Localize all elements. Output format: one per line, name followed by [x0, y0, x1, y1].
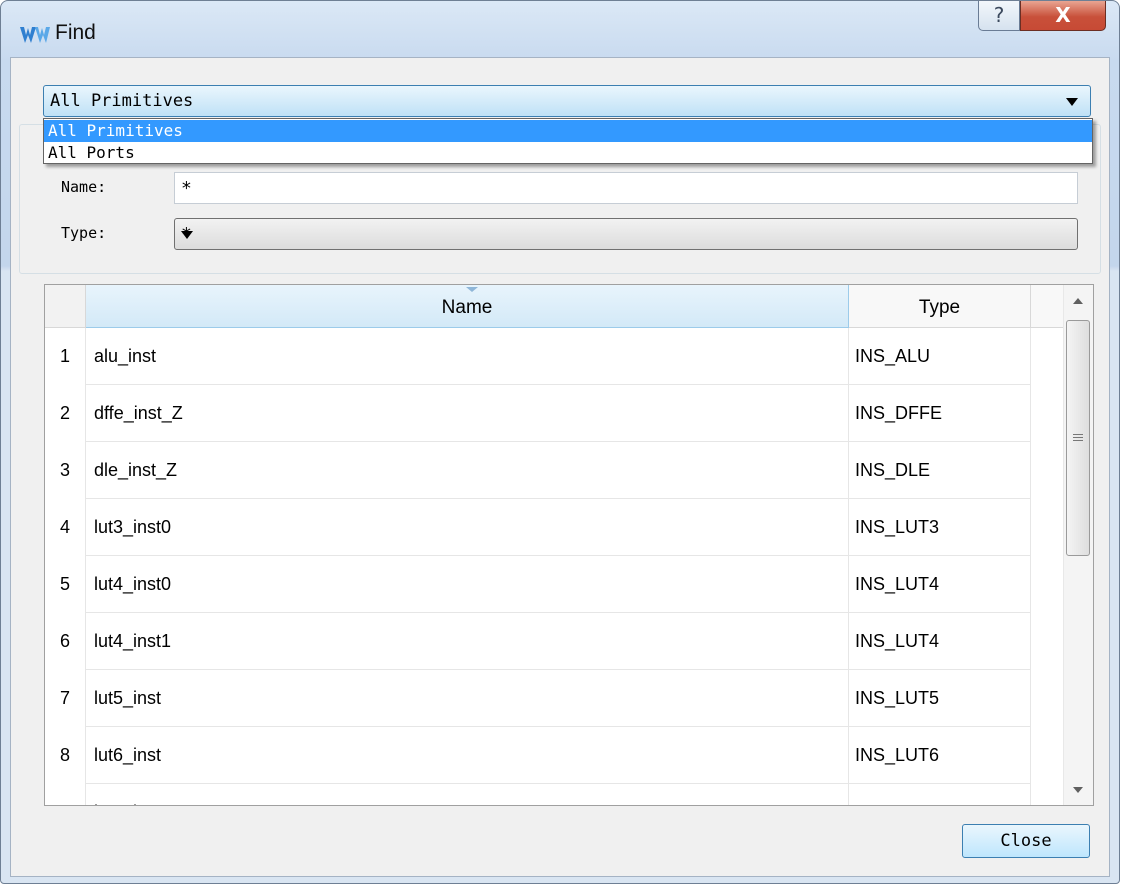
table-corner[interactable] [45, 285, 86, 328]
column-header-name-label: Name [441, 297, 493, 318]
app-logo-icon [20, 27, 50, 43]
table-row[interactable]: 8 lut6_inst INS_LUT6 [45, 727, 1031, 784]
scope-dropdown-list: All Primitives All Ports [43, 118, 1093, 164]
table-row[interactable]: 5 lut4_inst0 INS_LUT4 [45, 556, 1031, 613]
row-number: 5 [45, 556, 86, 613]
row-number: 2 [45, 385, 86, 442]
row-number: 6 [45, 613, 86, 670]
name-input[interactable]: * [174, 172, 1078, 204]
table-row[interactable]: 1 alu_inst INS_ALU [45, 328, 1031, 385]
cell-name[interactable]: dle_inst_Z [86, 442, 849, 499]
scope-option-all-primitives[interactable]: All Primitives [44, 120, 1092, 142]
find-dialog: Find ? X All Primitives All Primitives A… [0, 0, 1120, 884]
chevron-down-icon[interactable] [181, 231, 193, 239]
cell-type[interactable]: INS_LUT4 [849, 556, 1031, 613]
dialog-client-area: All Primitives All Primitives All Ports … [10, 57, 1110, 877]
table-row[interactable]: 9 lut7_inst INS_LUT7 [45, 784, 1031, 805]
column-header-type-label: Type [918, 297, 961, 318]
scope-selected-value: All Primitives [50, 91, 194, 111]
cell-name[interactable]: lut6_inst [86, 727, 849, 784]
scrollbar-thumb[interactable] [1066, 320, 1090, 556]
cell-name[interactable]: lut5_inst [86, 670, 849, 727]
row-number: 8 [45, 727, 86, 784]
cell-name[interactable]: lut7_inst [86, 784, 849, 805]
row-number: 4 [45, 499, 86, 556]
scroll-down-arrow-icon[interactable] [1073, 787, 1083, 793]
window-close-button[interactable]: X [1020, 1, 1106, 31]
results-table: Name Type 1 alu_inst INS_ALU 2 dffe_inst… [44, 284, 1094, 806]
grip-line [1073, 437, 1083, 438]
cell-name[interactable]: alu_inst [86, 328, 849, 385]
row-number: 9 [45, 784, 86, 805]
chevron-down-icon[interactable] [1066, 98, 1078, 106]
table-row[interactable]: 7 lut5_inst INS_LUT5 [45, 670, 1031, 727]
sort-indicator-icon [466, 287, 478, 292]
cell-name[interactable]: lut3_inst0 [86, 499, 849, 556]
cell-type[interactable]: INS_DLE [849, 442, 1031, 499]
column-header-type[interactable]: Type [849, 285, 1031, 328]
grip-line [1073, 434, 1083, 435]
scope-combobox[interactable]: All Primitives [43, 85, 1091, 117]
row-number: 3 [45, 442, 86, 499]
table-row[interactable]: 6 lut4_inst1 INS_LUT4 [45, 613, 1031, 670]
table-row[interactable]: 4 lut3_inst0 INS_LUT3 [45, 499, 1031, 556]
cell-type[interactable]: INS_LUT5 [849, 670, 1031, 727]
cell-type[interactable]: INS_LUT6 [849, 727, 1031, 784]
column-header-name[interactable]: Name [86, 285, 849, 328]
cell-name[interactable]: lut4_inst1 [86, 613, 849, 670]
vertical-scrollbar[interactable] [1063, 285, 1093, 805]
name-input-value: * [181, 178, 192, 199]
window-title: Find [55, 21, 96, 44]
close-button[interactable]: Close [962, 824, 1090, 858]
type-label: Type: [61, 224, 107, 242]
title-bar[interactable]: Find ? X [1, 1, 1119, 57]
cell-name[interactable]: dffe_inst_Z [86, 385, 849, 442]
row-number: 1 [45, 328, 86, 385]
help-button[interactable]: ? [978, 1, 1020, 31]
row-number: 7 [45, 670, 86, 727]
cell-type[interactable]: INS_LUT3 [849, 499, 1031, 556]
grip-line [1073, 440, 1083, 441]
name-label: Name: [61, 178, 107, 196]
cell-type[interactable]: INS_LUT4 [849, 613, 1031, 670]
cell-type[interactable]: INS_DFFE [849, 385, 1031, 442]
cell-type[interactable]: INS_LUT7 [849, 784, 1031, 805]
table-row[interactable]: 3 dle_inst_Z INS_DLE [45, 442, 1031, 499]
scope-option-all-ports[interactable]: All Ports [44, 142, 1092, 164]
scroll-up-arrow-icon[interactable] [1073, 298, 1083, 304]
cell-name[interactable]: lut4_inst0 [86, 556, 849, 613]
type-combobox[interactable]: * [174, 218, 1078, 250]
cell-type[interactable]: INS_ALU [849, 328, 1031, 385]
table-row[interactable]: 2 dffe_inst_Z INS_DFFE [45, 385, 1031, 442]
